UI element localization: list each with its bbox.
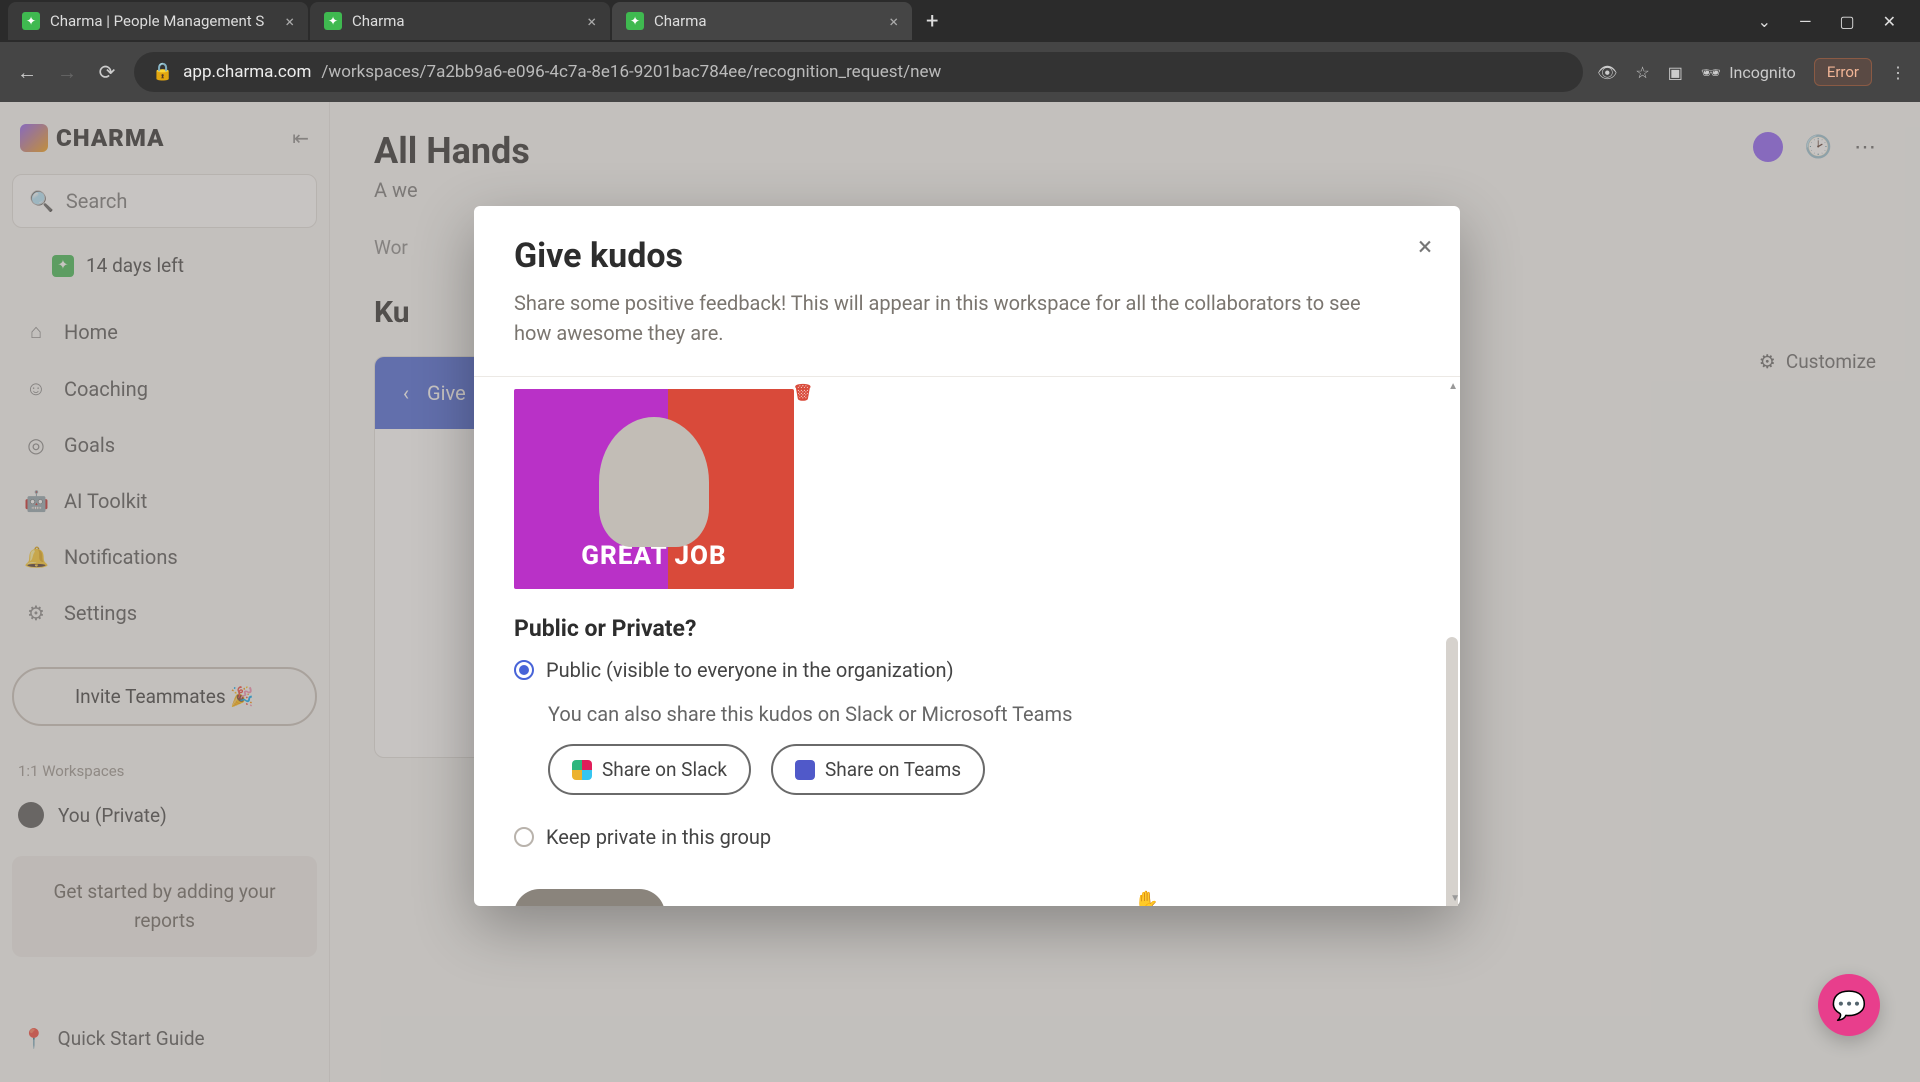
give-kudos-button[interactable]: Give Kudos bbox=[514, 889, 665, 906]
browser-tab[interactable]: ✦ Charma × bbox=[310, 2, 610, 40]
radio-public[interactable]: Public (visible to everyone in the organ… bbox=[514, 658, 1420, 682]
delete-gif-icon[interactable]: 🗑 bbox=[793, 383, 814, 402]
chat-icon: 💬 bbox=[1832, 989, 1867, 1022]
share-teams-button[interactable]: Share on Teams bbox=[771, 744, 985, 795]
favicon-icon: ✦ bbox=[324, 12, 342, 30]
minimize-icon[interactable]: ― bbox=[1799, 12, 1812, 31]
share-buttons: Share on Slack Share on Teams bbox=[548, 744, 1420, 795]
url-path: /workspaces/7a2bb9a6-e096-4c7a-8e16-9201… bbox=[321, 62, 941, 82]
share-teams-label: Share on Teams bbox=[825, 758, 961, 781]
radio-unchecked-icon bbox=[514, 827, 534, 847]
close-icon[interactable]: × bbox=[285, 12, 294, 31]
visibility-heading: Public or Private? bbox=[514, 615, 1420, 642]
teams-icon bbox=[795, 760, 815, 780]
favicon-icon: ✦ bbox=[22, 12, 40, 30]
panel-icon[interactable]: ▣ bbox=[1668, 63, 1683, 82]
tab-title: Charma | People Management S bbox=[50, 12, 275, 30]
slack-icon bbox=[572, 760, 592, 780]
back-button[interactable]: ← bbox=[14, 60, 40, 85]
close-icon[interactable]: × bbox=[1418, 232, 1432, 262]
favicon-icon: ✦ bbox=[626, 12, 644, 30]
scroll-down-icon[interactable]: ▼ bbox=[1450, 893, 1460, 904]
new-tab-button[interactable]: + bbox=[914, 9, 950, 34]
star-icon[interactable]: ☆ bbox=[1635, 63, 1649, 82]
reload-button[interactable]: ⟳ bbox=[94, 60, 120, 84]
incognito-indicator: 🕶 Incognito bbox=[1701, 63, 1796, 82]
kebab-icon[interactable]: ⋮ bbox=[1890, 63, 1906, 82]
cancel-button[interactable]: Cancel bbox=[695, 903, 756, 907]
tablist-icon[interactable]: ⌄ bbox=[1758, 12, 1771, 31]
window-controls: ⌄ ― ▢ ✕ bbox=[1758, 12, 1912, 31]
app-root: CHARMA ⇤ 🔍 Search ✦ 14 days left ⌂Home ☺… bbox=[0, 102, 1920, 1082]
tab-title: Charma bbox=[654, 12, 879, 30]
share-slack-button[interactable]: Share on Slack bbox=[548, 744, 751, 795]
url-host: app.charma.com bbox=[183, 62, 311, 82]
close-icon[interactable]: × bbox=[587, 12, 596, 31]
gif-person-illustration bbox=[599, 417, 709, 547]
incognito-label: Incognito bbox=[1729, 63, 1796, 82]
radio-private[interactable]: Keep private in this group bbox=[514, 825, 1420, 849]
radio-checked-icon bbox=[514, 660, 534, 680]
radio-private-label: Keep private in this group bbox=[546, 825, 771, 849]
incognito-icon: 🕶 bbox=[1701, 63, 1721, 82]
kudos-gif-preview: GREAT JOB 🗑 bbox=[514, 389, 794, 589]
url-input[interactable]: 🔒 app.charma.com/workspaces/7a2bb9a6-e09… bbox=[134, 52, 1583, 92]
share-note: You can also share this kudos on Slack o… bbox=[548, 702, 1420, 726]
close-window-icon[interactable]: ✕ bbox=[1883, 12, 1896, 31]
address-bar: ← → ⟳ 🔒 app.charma.com/workspaces/7a2bb9… bbox=[0, 42, 1920, 102]
radio-public-label: Public (visible to everyone in the organ… bbox=[546, 658, 954, 682]
close-icon[interactable]: × bbox=[889, 12, 898, 31]
lock-icon: 🔒 bbox=[152, 62, 173, 82]
modal-actions: Give Kudos Cancel bbox=[514, 889, 1420, 906]
browser-chrome: ✦ Charma | People Management S × ✦ Charm… bbox=[0, 0, 1920, 102]
modal-header: Give kudos Share some positive feedback!… bbox=[474, 206, 1460, 358]
scroll-up-icon[interactable]: ▲ bbox=[1448, 381, 1458, 392]
forward-button: → bbox=[54, 60, 80, 85]
scrollbar-thumb[interactable] bbox=[1446, 637, 1458, 906]
tab-title: Charma bbox=[352, 12, 577, 30]
eye-off-icon[interactable]: 👁 bbox=[1597, 63, 1617, 82]
modal-description: Share some positive feedback! This will … bbox=[514, 288, 1394, 348]
browser-tab[interactable]: ✦ Charma | People Management S × bbox=[8, 2, 308, 40]
give-kudos-modal: × Give kudos Share some positive feedbac… bbox=[474, 206, 1460, 906]
modal-title: Give kudos bbox=[514, 236, 1420, 276]
tab-bar: ✦ Charma | People Management S × ✦ Charm… bbox=[0, 0, 1920, 42]
address-bar-right: 👁 ☆ ▣ 🕶 Incognito Error ⋮ bbox=[1597, 58, 1906, 86]
maximize-icon[interactable]: ▢ bbox=[1839, 12, 1854, 31]
modal-body: ▲ GREAT JOB 🗑 Public or Private? Public … bbox=[474, 377, 1460, 906]
browser-tab-active[interactable]: ✦ Charma × bbox=[612, 2, 912, 40]
help-fab[interactable]: 💬 bbox=[1818, 974, 1880, 1036]
error-badge[interactable]: Error bbox=[1814, 58, 1872, 86]
share-slack-label: Share on Slack bbox=[602, 758, 727, 781]
